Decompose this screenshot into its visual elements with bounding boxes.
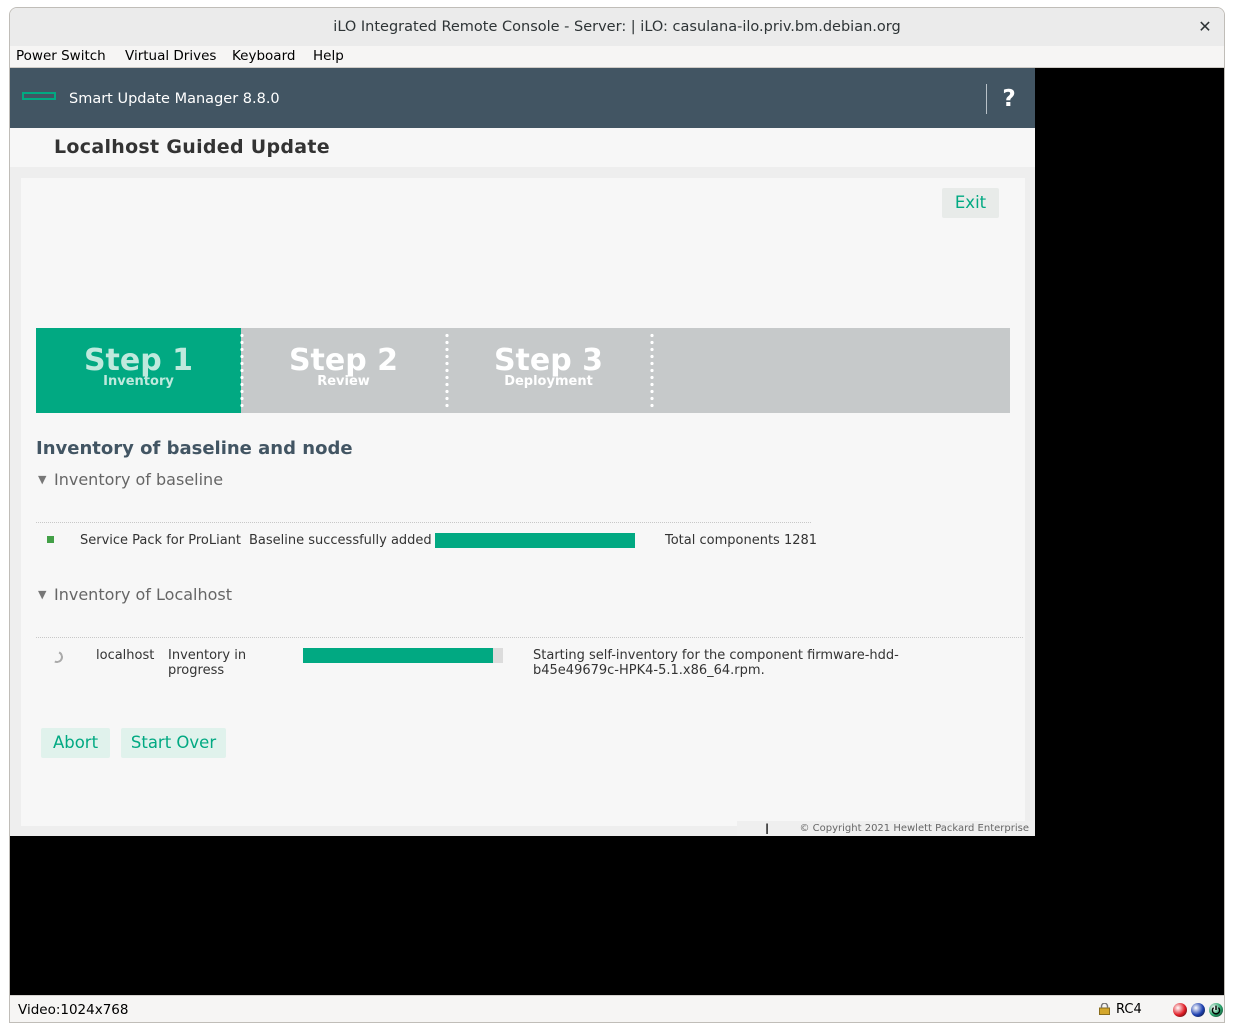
- step-number: Step 1: [83, 343, 194, 378]
- step-label: Inventory: [103, 374, 174, 389]
- step-2-review[interactable]: Step 2 Review: [241, 328, 449, 413]
- menu-keyboard[interactable]: Keyboard: [232, 46, 295, 67]
- copyright-notice: © Copyright 2021 Hewlett Packard Enterpr…: [737, 821, 1033, 836]
- power-status-icon: [1173, 1003, 1187, 1017]
- node-name: localhost: [96, 648, 155, 663]
- step-label: Review: [317, 374, 370, 389]
- step-number: Step 2: [288, 343, 399, 378]
- menu-virtual-drives[interactable]: Virtual Drives: [125, 46, 216, 67]
- baseline-details: Total components 1281: [665, 533, 818, 548]
- step-separator: [650, 332, 654, 410]
- loading-spinner-icon: [49, 649, 65, 665]
- node-progress-bar: [303, 648, 503, 663]
- divider: [36, 522, 811, 523]
- step-1-inventory[interactable]: Step 1 Inventory: [36, 328, 244, 413]
- video-resolution: Video:1024x768: [18, 1002, 129, 1018]
- divider: [36, 637, 1023, 638]
- power-button-icon[interactable]: [1209, 1003, 1223, 1017]
- help-icon[interactable]: ?: [996, 84, 1022, 114]
- window-title: iLO Integrated Remote Console - Server: …: [333, 19, 901, 35]
- step-number: Step 3: [493, 343, 604, 378]
- menu-bar: Power Switch Virtual Drives Keyboard Hel…: [10, 46, 1224, 68]
- header-divider: [986, 84, 987, 114]
- baseline-status: Baseline successfully added: [249, 533, 432, 548]
- start-over-button[interactable]: Start Over: [121, 728, 226, 758]
- localhost-toggle-label: Inventory of Localhost: [54, 585, 233, 604]
- remote-console-window: iLO Integrated Remote Console - Server: …: [9, 7, 1225, 1023]
- node-progress-fill: [303, 648, 493, 663]
- baseline-toggle[interactable]: ▼ Inventory of baseline: [38, 470, 223, 489]
- menu-help[interactable]: Help: [313, 46, 344, 67]
- smart-update-manager: Smart Update Manager 8.8.0 ? Localhost G…: [10, 68, 1035, 836]
- step-3-deployment[interactable]: Step 3 Deployment: [446, 328, 654, 413]
- abort-button[interactable]: Abort: [41, 728, 110, 758]
- remote-display[interactable]: Smart Update Manager 8.8.0 ? Localhost G…: [10, 68, 1224, 995]
- health-status-icon: [1191, 1003, 1205, 1017]
- status-bar: Video:1024x768 RC4: [10, 995, 1224, 1022]
- hpe-logo-icon: [22, 92, 56, 100]
- step-label: Deployment: [504, 374, 593, 389]
- lock-icon: [1099, 1003, 1110, 1015]
- page-title: Localhost Guided Update: [54, 136, 330, 158]
- text-cursor-icon: I: [765, 822, 770, 836]
- close-icon[interactable]: ✕: [1194, 16, 1216, 38]
- encryption-label: RC4: [1116, 1002, 1142, 1017]
- status-complete-icon: [47, 536, 54, 543]
- app-name: Smart Update Manager 8.8.0: [69, 91, 280, 107]
- step-indicator: Step 1 Inventory Step 2 Review Step 3 De…: [36, 328, 1010, 413]
- title-bar: iLO Integrated Remote Console - Server: …: [10, 8, 1224, 47]
- baseline-toggle-label: Inventory of baseline: [54, 470, 224, 489]
- section-title: Inventory of baseline and node: [36, 438, 353, 459]
- baseline-progress-fill: [435, 533, 635, 548]
- exit-button[interactable]: Exit: [942, 188, 999, 218]
- baseline-name: Service Pack for ProLiant: [80, 533, 241, 548]
- baseline-progress-bar: [435, 533, 635, 548]
- localhost-toggle[interactable]: ▼ Inventory of Localhost: [38, 585, 232, 604]
- guided-update-panel: Exit Step 1 Inventory Step 2 Review Step…: [21, 178, 1025, 826]
- power-symbol-icon: [1211, 1005, 1221, 1015]
- chevron-down-icon: ▼: [38, 473, 47, 486]
- node-status: Inventory in progress: [168, 648, 247, 678]
- app-header: Smart Update Manager 8.8.0 ?: [10, 68, 1035, 128]
- menu-power-switch[interactable]: Power Switch: [16, 46, 106, 67]
- chevron-down-icon: ▼: [38, 588, 47, 601]
- node-details: Starting self-inventory for the componen…: [533, 648, 899, 678]
